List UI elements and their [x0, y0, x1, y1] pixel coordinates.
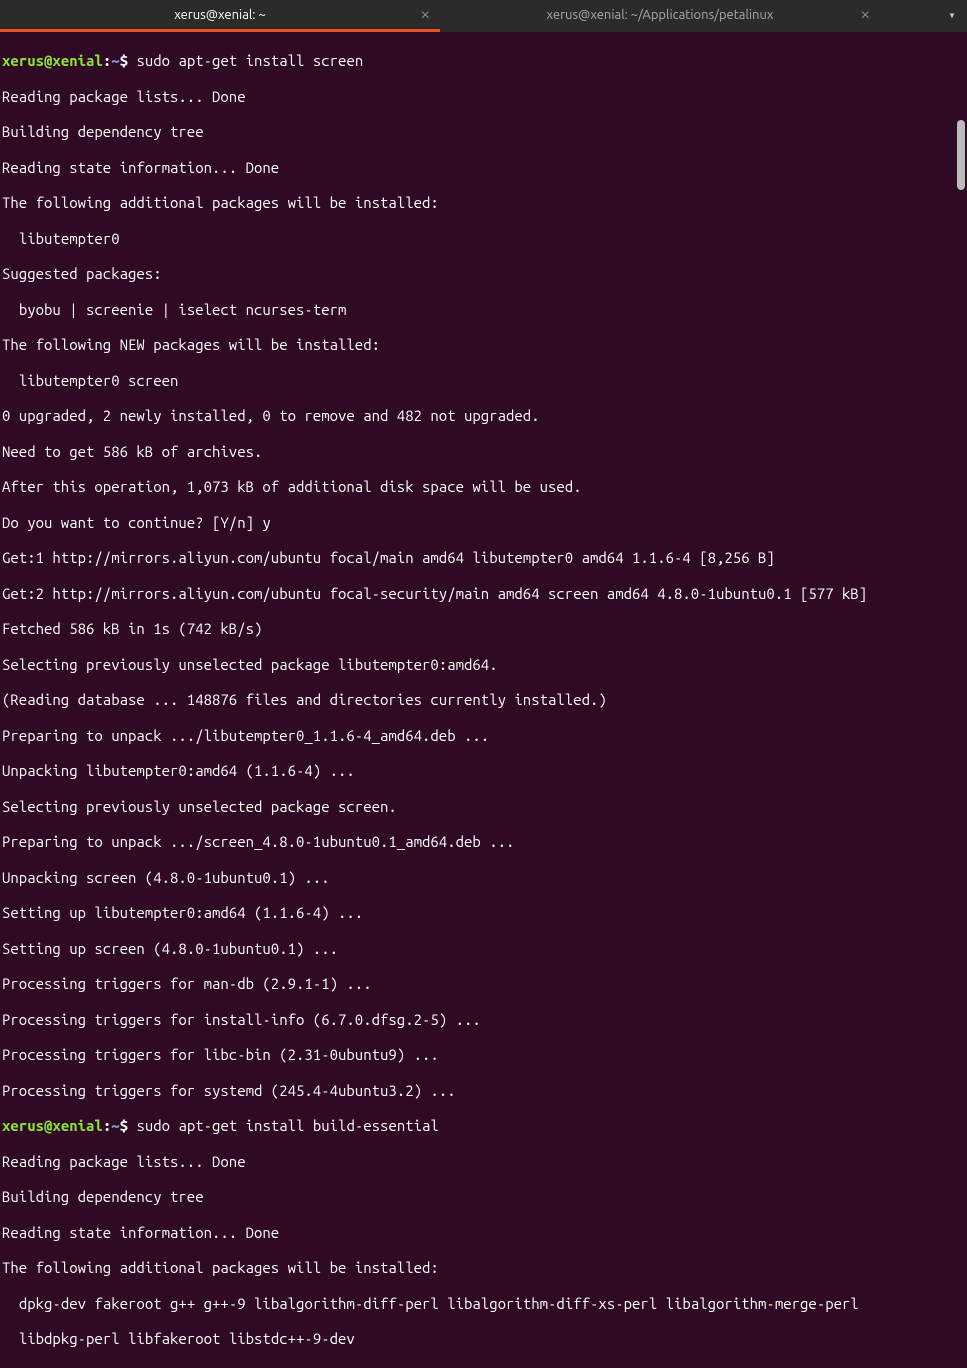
terminal-output[interactable]: xerus@xenial:~$ sudo apt-get install scr… [0, 32, 967, 1368]
output-line: Selecting previously unselected package … [2, 798, 965, 816]
output-line: 0 upgraded, 2 newly installed, 0 to remo… [2, 407, 965, 425]
prompt-line: xerus@xenial:~$ sudo apt-get install bui… [2, 1117, 965, 1135]
chevron-down-icon: ▾ [948, 9, 955, 23]
terminal-tab-2[interactable]: xerus@xenial: ~/Applications/petalinux × [440, 0, 880, 32]
output-line: Processing triggers for install-info (6.… [2, 1011, 965, 1029]
command-text: sudo apt-get install build-essential [136, 1117, 438, 1134]
output-line: dpkg-dev fakeroot g++ g++-9 libalgorithm… [2, 1295, 965, 1313]
close-icon[interactable]: × [861, 6, 870, 25]
output-line: Preparing to unpack .../screen_4.8.0-1ub… [2, 833, 965, 851]
output-line: Setting up screen (4.8.0-1ubuntu0.1) ... [2, 940, 965, 958]
output-line: After this operation, 1,073 kB of additi… [2, 478, 965, 496]
prompt-colon: : [103, 1117, 111, 1134]
output-line: The following additional packages will b… [2, 194, 965, 212]
dropdown-button[interactable]: ▾ [937, 9, 967, 23]
output-line: Processing triggers for libc-bin (2.31-0… [2, 1046, 965, 1064]
output-line: Building dependency tree [2, 1188, 965, 1206]
titlebar: xerus@xenial: ~ × xerus@xenial: ~/Applic… [0, 0, 967, 32]
prompt-path: ~ [111, 52, 119, 69]
output-line: Get:1 http://mirrors.aliyun.com/ubuntu f… [2, 549, 965, 567]
output-line: (Reading database ... 148876 files and d… [2, 691, 965, 709]
output-line: Selecting previously unselected package … [2, 656, 965, 674]
prompt-path: ~ [111, 1117, 119, 1134]
prompt-host: xenial [52, 52, 102, 69]
prompt-dollar: $ [120, 1117, 137, 1134]
output-line: libutempter0 [2, 230, 965, 248]
command-text: sudo apt-get install screen [136, 52, 363, 69]
output-line: Fetched 586 kB in 1s (742 kB/s) [2, 620, 965, 638]
scrollbar-thumb[interactable] [957, 120, 965, 190]
tab-title: xerus@xenial: ~/Applications/petalinux [547, 8, 774, 24]
close-icon[interactable]: × [421, 6, 430, 25]
output-line: byobu | screenie | iselect ncurses-term [2, 301, 965, 319]
output-line: Preparing to unpack .../libutempter0_1.1… [2, 727, 965, 745]
prompt-user: xerus [2, 1117, 44, 1134]
output-line: Get:2 http://mirrors.aliyun.com/ubuntu f… [2, 585, 965, 603]
prompt-colon: : [103, 52, 111, 69]
output-line: Reading package lists... Done [2, 1153, 965, 1171]
output-line: Do you want to continue? [Y/n] y [2, 514, 965, 532]
output-line: Unpacking libutempter0:amd64 (1.1.6-4) .… [2, 762, 965, 780]
output-line: Reading package lists... Done [2, 88, 965, 106]
output-line: libdpkg-perl libfakeroot libstdc++-9-dev [2, 1330, 965, 1348]
output-line: Processing triggers for systemd (245.4-4… [2, 1082, 965, 1100]
output-line: Reading state information... Done [2, 1224, 965, 1242]
tab-bar: xerus@xenial: ~ × xerus@xenial: ~/Applic… [0, 0, 937, 32]
output-line: libutempter0 screen [2, 372, 965, 390]
output-line: Reading state information... Done [2, 159, 965, 177]
output-line: The following additional packages will b… [2, 1259, 965, 1277]
scrollbar-track[interactable] [955, 32, 965, 705]
output-line: Need to get 586 kB of archives. [2, 443, 965, 461]
prompt-at: @ [44, 1117, 52, 1134]
output-line: The following NEW packages will be insta… [2, 336, 965, 354]
terminal-tab-1[interactable]: xerus@xenial: ~ × [0, 0, 440, 32]
output-line: Suggested packages: [2, 265, 965, 283]
prompt-dollar: $ [120, 52, 137, 69]
tab-title: xerus@xenial: ~ [174, 8, 266, 24]
prompt-host: xenial [52, 1117, 102, 1134]
prompt-line: xerus@xenial:~$ sudo apt-get install scr… [2, 52, 965, 70]
prompt-user: xerus [2, 52, 44, 69]
output-line: Setting up libutempter0:amd64 (1.1.6-4) … [2, 904, 965, 922]
output-line: Processing triggers for man-db (2.9.1-1)… [2, 975, 965, 993]
output-line: Building dependency tree [2, 123, 965, 141]
output-line: Unpacking screen (4.8.0-1ubuntu0.1) ... [2, 869, 965, 887]
